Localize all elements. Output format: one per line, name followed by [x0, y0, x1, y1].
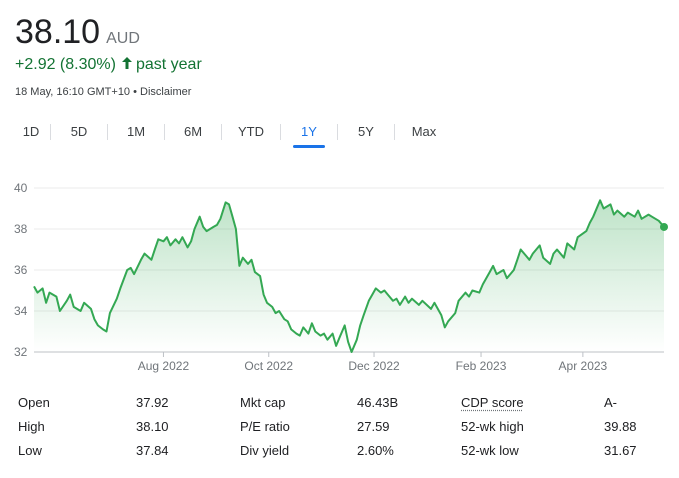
stat-label: Div yield	[240, 443, 290, 458]
stat-label: 52-wk low	[461, 443, 519, 458]
y-tick-label: 40	[14, 181, 28, 195]
quote-meta: 18 May, 16:10 GMT+10 • Disclaimer	[15, 86, 191, 98]
tab-label: 5D	[70, 124, 88, 139]
price-change-row: +2.92 (8.30%) past year	[15, 56, 202, 74]
stat-label: Low	[18, 443, 42, 458]
stat-value: 37.84	[136, 443, 169, 458]
stat-label: High	[18, 419, 45, 434]
tab-label: 5Y	[358, 124, 374, 139]
tab-6m[interactable]: 6M	[165, 118, 221, 146]
key-stats-table: Open 37.92 Mkt cap 46.43B CDP score A- H…	[18, 394, 668, 459]
y-tick-label: 34	[14, 304, 28, 318]
tab-label: 1M	[126, 124, 146, 139]
price-area	[34, 200, 664, 352]
stat-label: Open	[18, 395, 50, 410]
tab-label: 1Y	[301, 124, 317, 139]
meta-separator: •	[133, 86, 137, 98]
price-chart[interactable]: 40 38 36 34 32 Aug 2022 Oct 2022 Dec 2022 Feb 20…	[0, 172, 679, 378]
disclaimer-link[interactable]: Disclaimer	[140, 86, 191, 98]
x-tick-label: Dec 2022	[348, 359, 400, 373]
tab-max[interactable]: Max	[395, 118, 453, 146]
stat-value: 2.60%	[357, 443, 394, 458]
tab-5d[interactable]: 5D	[51, 118, 107, 146]
stat-value: 38.10	[136, 419, 169, 434]
tab-1d[interactable]: 1D	[12, 118, 50, 146]
tab-label: Max	[411, 124, 437, 139]
currency-code: AUD	[106, 30, 140, 47]
tab-1y[interactable]: 1Y	[281, 118, 337, 146]
stat-value: 27.59	[357, 419, 390, 434]
quote-timestamp: 18 May, 16:10 GMT+10	[15, 86, 131, 98]
x-tick-label: Apr 2023	[559, 359, 608, 373]
tab-label: 6M	[183, 124, 203, 139]
last-price-dot	[660, 222, 668, 231]
tab-label: YTD	[238, 124, 264, 139]
stat-label: 52-wk high	[461, 419, 524, 434]
stat-value: 39.88	[604, 419, 637, 434]
cdp-score-link[interactable]: CDP score	[461, 394, 604, 411]
current-price: 38.10	[15, 13, 101, 51]
tab-1m[interactable]: 1M	[108, 118, 164, 146]
y-tick-label: 38	[14, 222, 28, 236]
stat-label: Mkt cap	[240, 395, 286, 410]
tab-label: 1D	[22, 124, 40, 139]
x-tick-label: Oct 2022	[244, 359, 293, 373]
stat-value: 37.92	[136, 395, 169, 410]
stat-value: A-	[604, 395, 617, 410]
y-tick-label: 32	[14, 345, 28, 359]
stat-label: P/E ratio	[240, 419, 290, 434]
x-tick-label: Aug 2022	[138, 359, 190, 373]
arrow-up-icon	[121, 56, 132, 74]
stat-value: 46.43B	[357, 395, 399, 410]
change-period: past year	[135, 56, 202, 73]
stat-value: 31.67	[604, 443, 637, 458]
tab-ytd[interactable]: YTD	[222, 118, 280, 146]
tab-5y[interactable]: 5Y	[338, 118, 394, 146]
y-tick-label: 36	[14, 263, 28, 277]
price-header: 38.10 AUD	[15, 12, 140, 52]
price-change: +2.92 (8.30%)	[15, 56, 116, 73]
x-tick-label: Feb 2023	[456, 359, 507, 373]
range-tabs: 1D 5D 1M 6M YTD 1Y 5Y Max	[12, 118, 453, 146]
